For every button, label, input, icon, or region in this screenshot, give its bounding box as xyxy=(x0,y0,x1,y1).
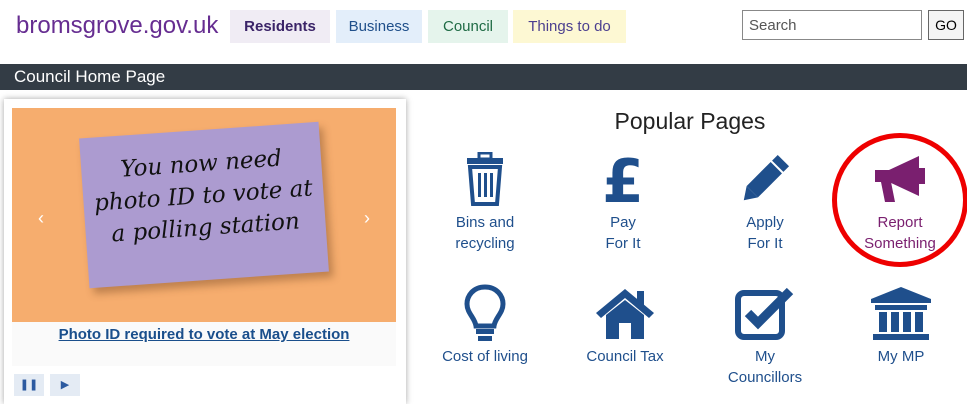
tile-label: Pay xyxy=(610,214,636,231)
tile-label: recycling xyxy=(455,235,515,252)
tile-label: Bins and xyxy=(455,214,515,231)
carousel-prev-icon[interactable]: ‹ xyxy=(38,208,44,229)
building-icon xyxy=(846,280,956,346)
carousel-next-icon[interactable]: › xyxy=(364,208,370,229)
checkbox-icon xyxy=(710,280,820,346)
tile-label: Council Tax xyxy=(586,348,664,365)
sticky-note: You now need photo ID to vote at a polli… xyxy=(79,121,329,289)
tile-label: My MP xyxy=(877,348,925,365)
tile-cost-of-living[interactable]: Cost of living xyxy=(430,280,540,367)
pause-button[interactable]: ❚❚ xyxy=(14,374,44,396)
house-icon xyxy=(570,280,680,346)
pound-icon: £ xyxy=(568,146,678,212)
highlight-ring xyxy=(832,133,967,267)
lightbulb-icon xyxy=(430,280,540,346)
bin-icon xyxy=(430,146,540,212)
tab-business[interactable]: Business xyxy=(336,10,422,43)
tab-residents[interactable]: Residents xyxy=(230,10,330,43)
page-title-bar: Council Home Page xyxy=(0,64,967,90)
tab-council[interactable]: Council xyxy=(428,10,508,43)
tile-pay-for-it[interactable]: £ Pay For It xyxy=(568,146,678,254)
search-input[interactable] xyxy=(742,10,922,40)
tile-label: Cost of living xyxy=(442,348,528,365)
tile-bins-recycling[interactable]: Bins and recycling xyxy=(430,146,540,254)
tile-label: My xyxy=(755,348,775,365)
tile-my-councillors[interactable]: My Councillors xyxy=(710,280,820,388)
tile-label: Councillors xyxy=(727,369,803,386)
tile-apply-for-it[interactable]: Apply For It xyxy=(710,146,820,254)
tile-label: Apply xyxy=(746,214,784,231)
play-button[interactable]: ▶ xyxy=(50,374,80,396)
tile-label: For It xyxy=(605,235,641,252)
site-name[interactable]: bromsgrove.gov.uk xyxy=(16,12,218,40)
go-button[interactable]: GO xyxy=(928,10,964,40)
popular-pages-title: Popular Pages xyxy=(614,108,766,134)
pencil-icon xyxy=(710,146,820,212)
tile-council-tax[interactable]: Council Tax xyxy=(570,280,680,367)
sticky-note-text: You now need photo ID to vote at a polli… xyxy=(80,140,326,253)
tab-things-to-do[interactable]: Things to do xyxy=(513,10,626,43)
svg-text:£: £ xyxy=(602,150,644,208)
carousel-slide[interactable]: You now need photo ID to vote at a polli… xyxy=(12,108,396,322)
carousel-caption-area: Photo ID required to vote at May electio… xyxy=(12,322,396,366)
carousel-caption-link[interactable]: Photo ID required to vote at May electio… xyxy=(12,326,396,343)
tile-my-mp[interactable]: My MP xyxy=(846,280,956,367)
tile-label: For It xyxy=(747,235,783,252)
